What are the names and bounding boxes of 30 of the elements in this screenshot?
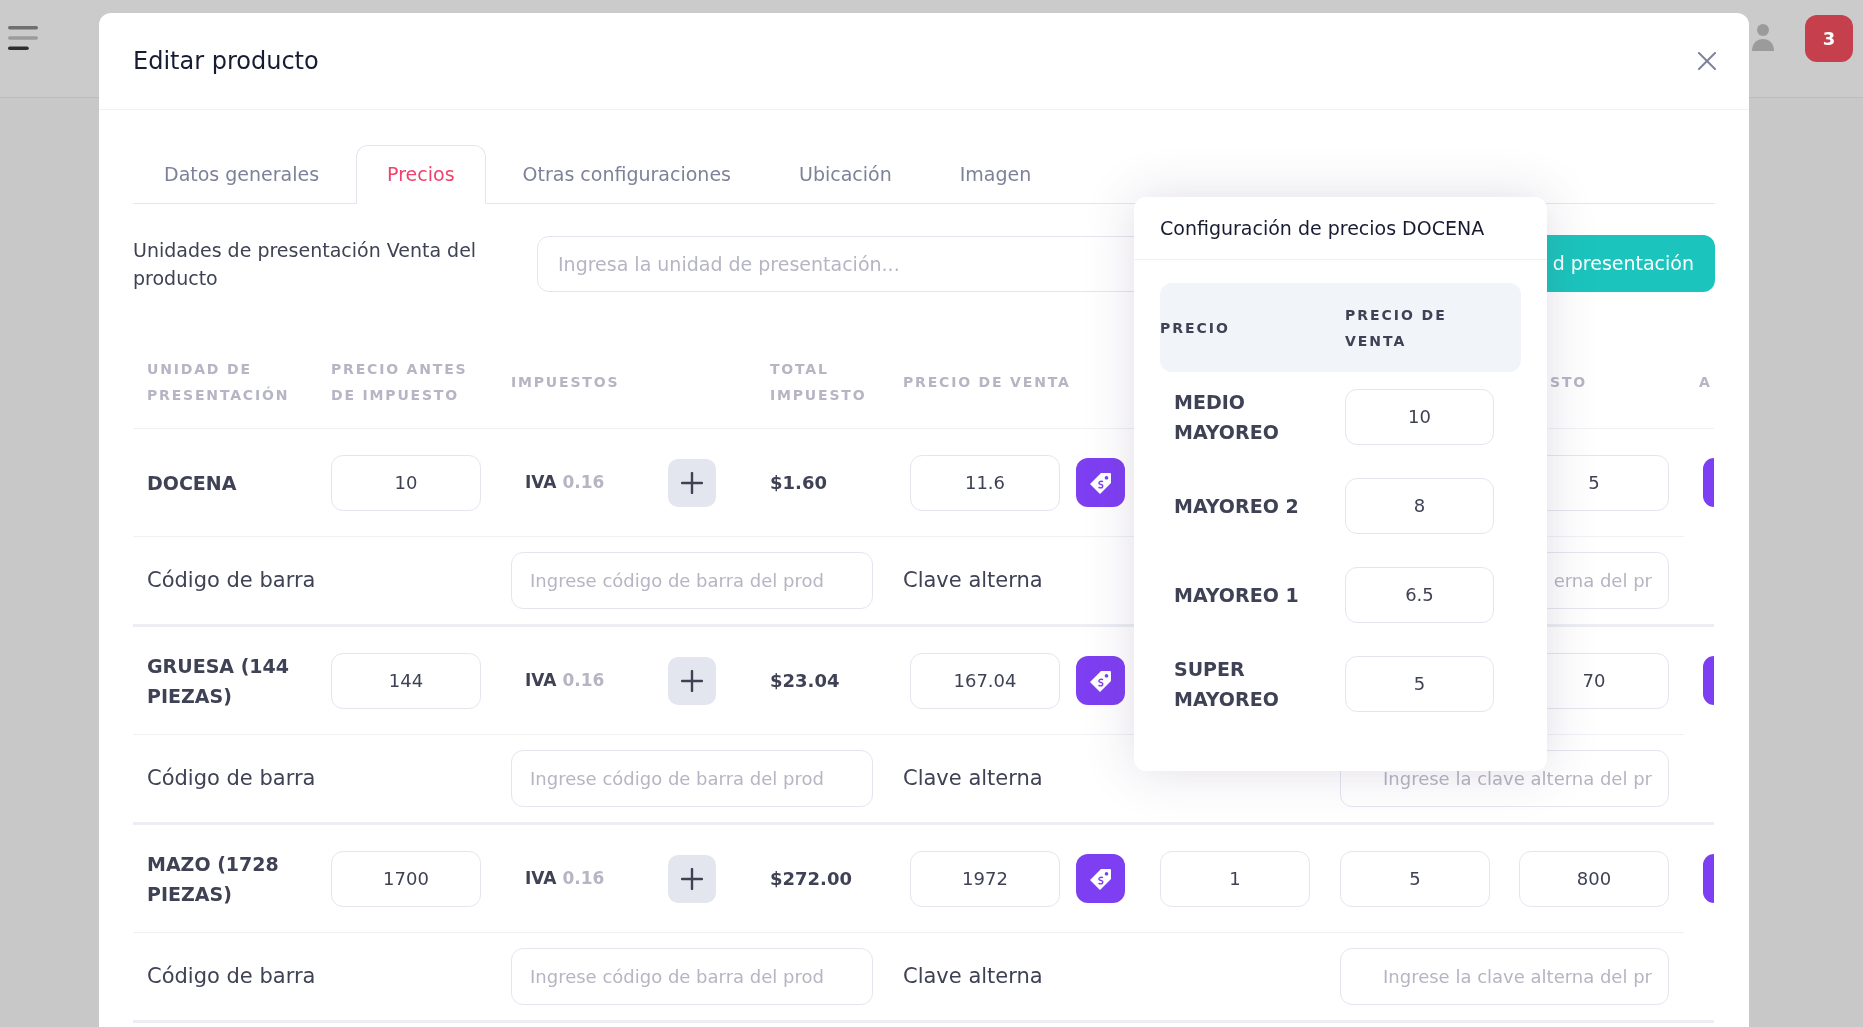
field-label: Código de barra bbox=[147, 962, 316, 990]
tax-text: IVA 0.16 bbox=[525, 668, 605, 692]
table-cell-text: $1.60 bbox=[770, 471, 827, 495]
column-header: IMPUESTOS bbox=[511, 372, 620, 392]
dialog-title: Editar producto bbox=[133, 46, 319, 77]
column-header: PRECIO DE VENTA bbox=[1345, 305, 1448, 351]
field-label: Código de barra bbox=[147, 566, 316, 594]
table-cell-text: $23.04 bbox=[770, 669, 840, 693]
column-header: TOTAL IMPUESTO bbox=[770, 359, 868, 405]
tax-text: IVA 0.16 bbox=[525, 866, 605, 890]
table-cell-text: MAZO (1728 PIEZAS) bbox=[147, 851, 280, 907]
column-header: PRECIO bbox=[1160, 318, 1230, 338]
tax-text: IVA 0.16 bbox=[525, 470, 605, 494]
price-tier-label: MAYOREO 2 bbox=[1174, 493, 1299, 519]
column-header: STO bbox=[1550, 372, 1587, 392]
field-label: Código de barra bbox=[147, 764, 316, 792]
price-tier-label: MEDIO MAYOREO bbox=[1174, 389, 1280, 445]
field-label: Clave alterna bbox=[903, 764, 1043, 792]
column-header: PRECIO ANTES DE IMPUESTO bbox=[331, 359, 469, 405]
column-header: UNIDAD DE PRESENTACIÓN bbox=[147, 359, 291, 405]
column-header: PRECIO DE VENTA bbox=[903, 372, 1071, 392]
column-header: A bbox=[1699, 372, 1712, 392]
price-tier-label: MAYOREO 1 bbox=[1174, 582, 1299, 608]
table-cell-text: $272.00 bbox=[770, 867, 852, 891]
table-cell-text: GRUESA (144 PIEZAS) bbox=[147, 653, 290, 709]
table-cell-text: DOCENA bbox=[147, 470, 237, 496]
price-tier-label: SUPER MAYOREO bbox=[1174, 656, 1280, 712]
field-label: Unidades de presentación Venta del producto bbox=[133, 237, 478, 291]
field-label: Clave alterna bbox=[903, 566, 1043, 594]
field-label: Clave alterna bbox=[903, 962, 1043, 990]
